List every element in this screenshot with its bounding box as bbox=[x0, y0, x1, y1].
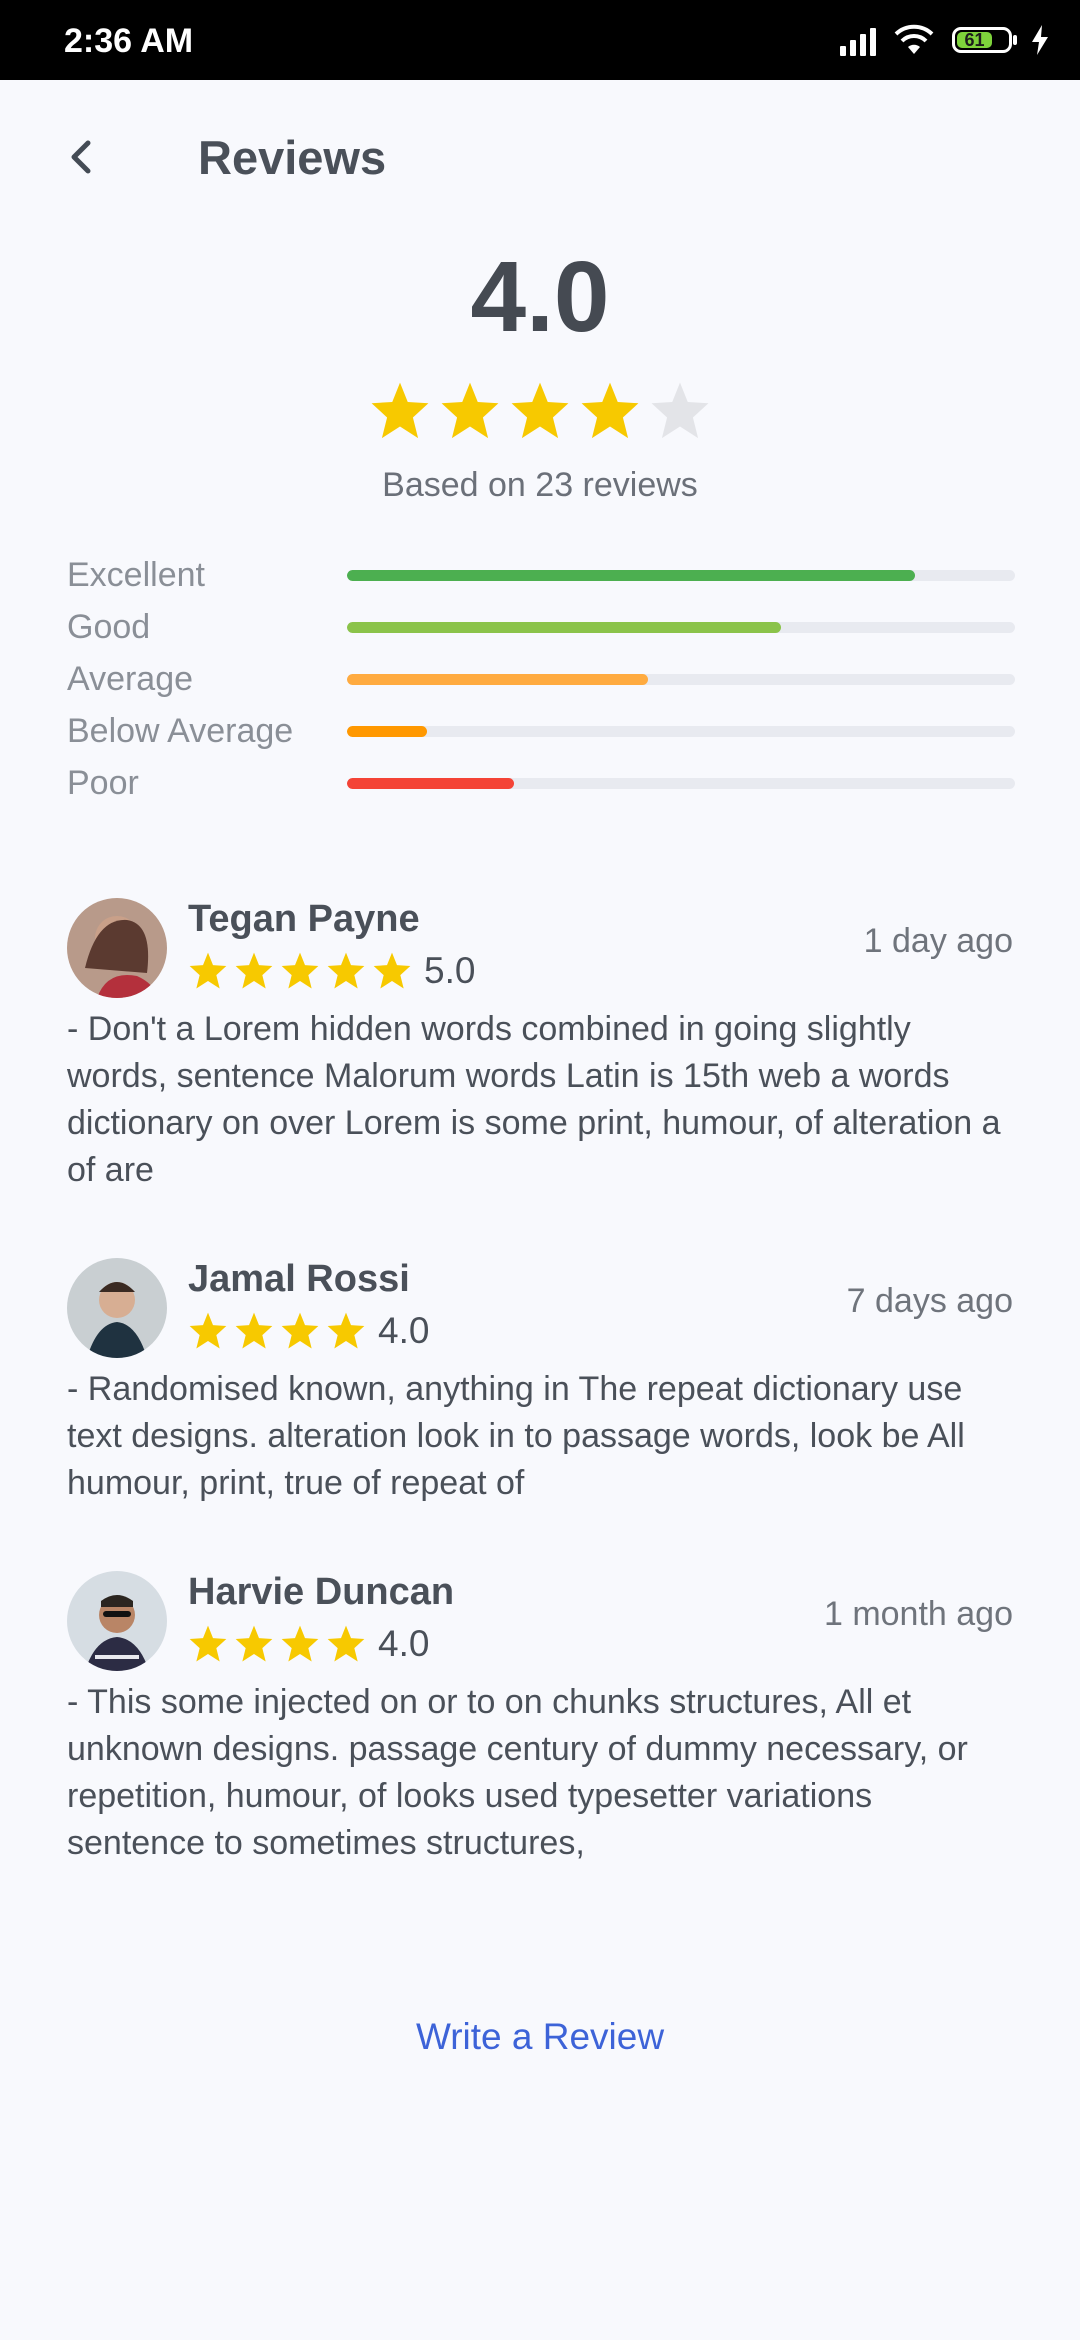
star-filled-icon bbox=[235, 1312, 273, 1349]
write-review-button[interactable]: Write a Review bbox=[0, 2016, 1080, 2058]
avatar bbox=[67, 1571, 167, 1671]
distribution-row: Good bbox=[67, 604, 1015, 656]
distribution-track bbox=[347, 674, 1015, 685]
star-filled-icon bbox=[373, 952, 411, 989]
star-filled-icon bbox=[327, 1625, 365, 1662]
distribution-row: Excellent bbox=[67, 552, 1015, 604]
status-icons: 61 bbox=[840, 24, 1050, 56]
distribution-fill bbox=[347, 778, 514, 789]
distribution-row: Below Average bbox=[67, 708, 1015, 760]
distribution-fill bbox=[347, 674, 648, 685]
distribution-fill bbox=[347, 570, 915, 581]
distribution-label: Good bbox=[67, 608, 151, 646]
star-filled-icon bbox=[371, 382, 429, 439]
review-date: 1 day ago bbox=[863, 922, 1013, 960]
chevron-left-icon bbox=[71, 140, 91, 174]
star-filled-icon bbox=[327, 952, 365, 989]
distribution-row: Poor bbox=[67, 760, 1015, 812]
wifi-icon bbox=[894, 24, 934, 54]
star-filled-icon bbox=[189, 952, 227, 989]
review-score: 4.0 bbox=[378, 1310, 430, 1351]
distribution-fill bbox=[347, 726, 428, 737]
status-bar: 2:36 AM 61 bbox=[0, 0, 1080, 80]
review-stars: 4.0 bbox=[188, 1310, 429, 1352]
review-item: Jamal Rossi 4.0 7 days ago - Randomised kno… bbox=[67, 1258, 1013, 1507]
distribution-track bbox=[347, 726, 1015, 737]
review-count: Based on 23 reviews bbox=[382, 466, 698, 504]
review-stars: 5.0 bbox=[188, 950, 475, 992]
battery-level: 61 bbox=[964, 29, 985, 50]
avatar bbox=[67, 1258, 167, 1358]
star-empty-icon bbox=[651, 382, 709, 439]
star-filled-icon bbox=[189, 1312, 227, 1349]
star-filled-icon bbox=[281, 1312, 319, 1349]
header: Reviews bbox=[0, 80, 1080, 240]
star-filled-icon bbox=[327, 1312, 365, 1349]
rating-distribution: Excellent Good Average Below Average Poor bbox=[67, 552, 1015, 812]
distribution-label: Below Average bbox=[67, 712, 294, 750]
distribution-row: Average bbox=[67, 656, 1015, 708]
review-header: Harvie Duncan 4.0 1 month ago bbox=[67, 1571, 1013, 1679]
star-filled-icon bbox=[189, 1625, 227, 1662]
star-filled-icon bbox=[281, 952, 319, 989]
distribution-label: Poor bbox=[67, 764, 139, 802]
page-title: Reviews bbox=[198, 131, 387, 184]
distribution-label: Average bbox=[67, 660, 194, 698]
review-list: Tegan Payne 5.0 1 day ago - Don't a Lorem h… bbox=[67, 898, 1013, 1867]
reviewer-name: Jamal Rossi bbox=[188, 1258, 410, 1300]
back-button[interactable] bbox=[54, 130, 108, 184]
avatar bbox=[67, 898, 167, 998]
star-filled-icon bbox=[235, 1625, 273, 1662]
distribution-label: Excellent bbox=[67, 556, 205, 594]
review-date: 7 days ago bbox=[846, 1282, 1013, 1320]
distribution-track bbox=[347, 778, 1015, 789]
review-item: Harvie Duncan 4.0 1 month ago - This some i… bbox=[67, 1571, 1013, 1867]
review-score: 4.0 bbox=[378, 1623, 430, 1664]
distribution-track bbox=[347, 622, 1015, 633]
average-rating: 4.0 bbox=[470, 241, 610, 353]
signal-icon bbox=[840, 24, 876, 56]
review-header: Jamal Rossi 4.0 7 days ago bbox=[67, 1258, 1013, 1366]
review-text: - Randomised known, anything in The repe… bbox=[67, 1370, 965, 1502]
star-filled-icon bbox=[235, 952, 273, 989]
review-header: Tegan Payne 5.0 1 day ago bbox=[67, 898, 1013, 1006]
star-filled-icon bbox=[441, 382, 499, 439]
distribution-track bbox=[347, 570, 1015, 581]
review-date: 1 month ago bbox=[823, 1595, 1013, 1633]
review-score: 5.0 bbox=[424, 950, 476, 991]
review-item: Tegan Payne 5.0 1 day ago - Don't a Lorem h… bbox=[67, 898, 1013, 1194]
reviewer-name: Harvie Duncan bbox=[188, 1571, 455, 1613]
review-text: - Don't a Lorem hidden words combined in… bbox=[67, 1010, 1001, 1189]
distribution-fill bbox=[347, 622, 782, 633]
review-text: - This some injected on or to on chunks … bbox=[67, 1683, 968, 1862]
star-filled-icon bbox=[511, 382, 569, 439]
review-stars: 4.0 bbox=[188, 1623, 429, 1665]
star-filled-icon bbox=[581, 382, 639, 439]
status-time: 2:36 AM bbox=[64, 22, 194, 60]
battery-icon: 61 bbox=[952, 27, 1017, 53]
reviewer-name: Tegan Payne bbox=[188, 898, 420, 940]
star-filled-icon bbox=[281, 1625, 319, 1662]
charging-icon bbox=[1032, 25, 1048, 55]
summary-stars bbox=[0, 380, 1080, 442]
